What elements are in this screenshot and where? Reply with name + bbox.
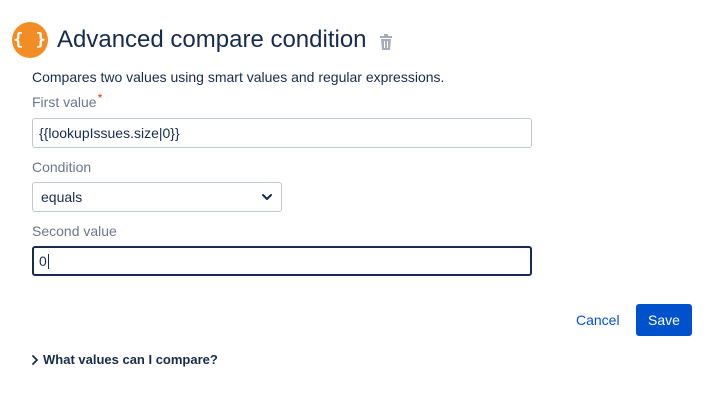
braces-icon: { } [12, 22, 48, 58]
cancel-button[interactable]: Cancel [568, 304, 628, 336]
first-value-input[interactable]: {{lookupIssues.size|0}} [32, 118, 532, 148]
panel-header: { } Advanced compare condition [12, 22, 393, 58]
help-expander-label: What values can I compare? [43, 352, 218, 367]
description-text: Compares two values using smart values a… [32, 69, 445, 85]
text-caret [47, 253, 49, 269]
save-button[interactable]: Save [636, 304, 692, 336]
required-marker: * [97, 91, 103, 105]
first-value-text: {{lookupIssues.size|0}} [39, 125, 180, 141]
chevron-right-icon [32, 354, 38, 365]
help-expander[interactable]: What values can I compare? [31, 352, 218, 367]
second-value-input[interactable]: 0 [32, 246, 532, 276]
condition-label: Condition [32, 159, 92, 175]
first-value-label-text: First value [32, 94, 97, 110]
second-value-label: Second value [32, 223, 117, 239]
trash-icon[interactable] [379, 34, 393, 50]
compare-condition-panel: { } Advanced compare condition Compares … [0, 0, 718, 413]
condition-select[interactable]: equals [32, 182, 282, 212]
second-value-text: 0 [39, 253, 47, 269]
first-value-label: First value* [32, 91, 103, 110]
chevron-down-icon [262, 194, 272, 200]
page-title: Advanced compare condition [57, 26, 367, 53]
condition-selected-value: equals [41, 189, 83, 205]
